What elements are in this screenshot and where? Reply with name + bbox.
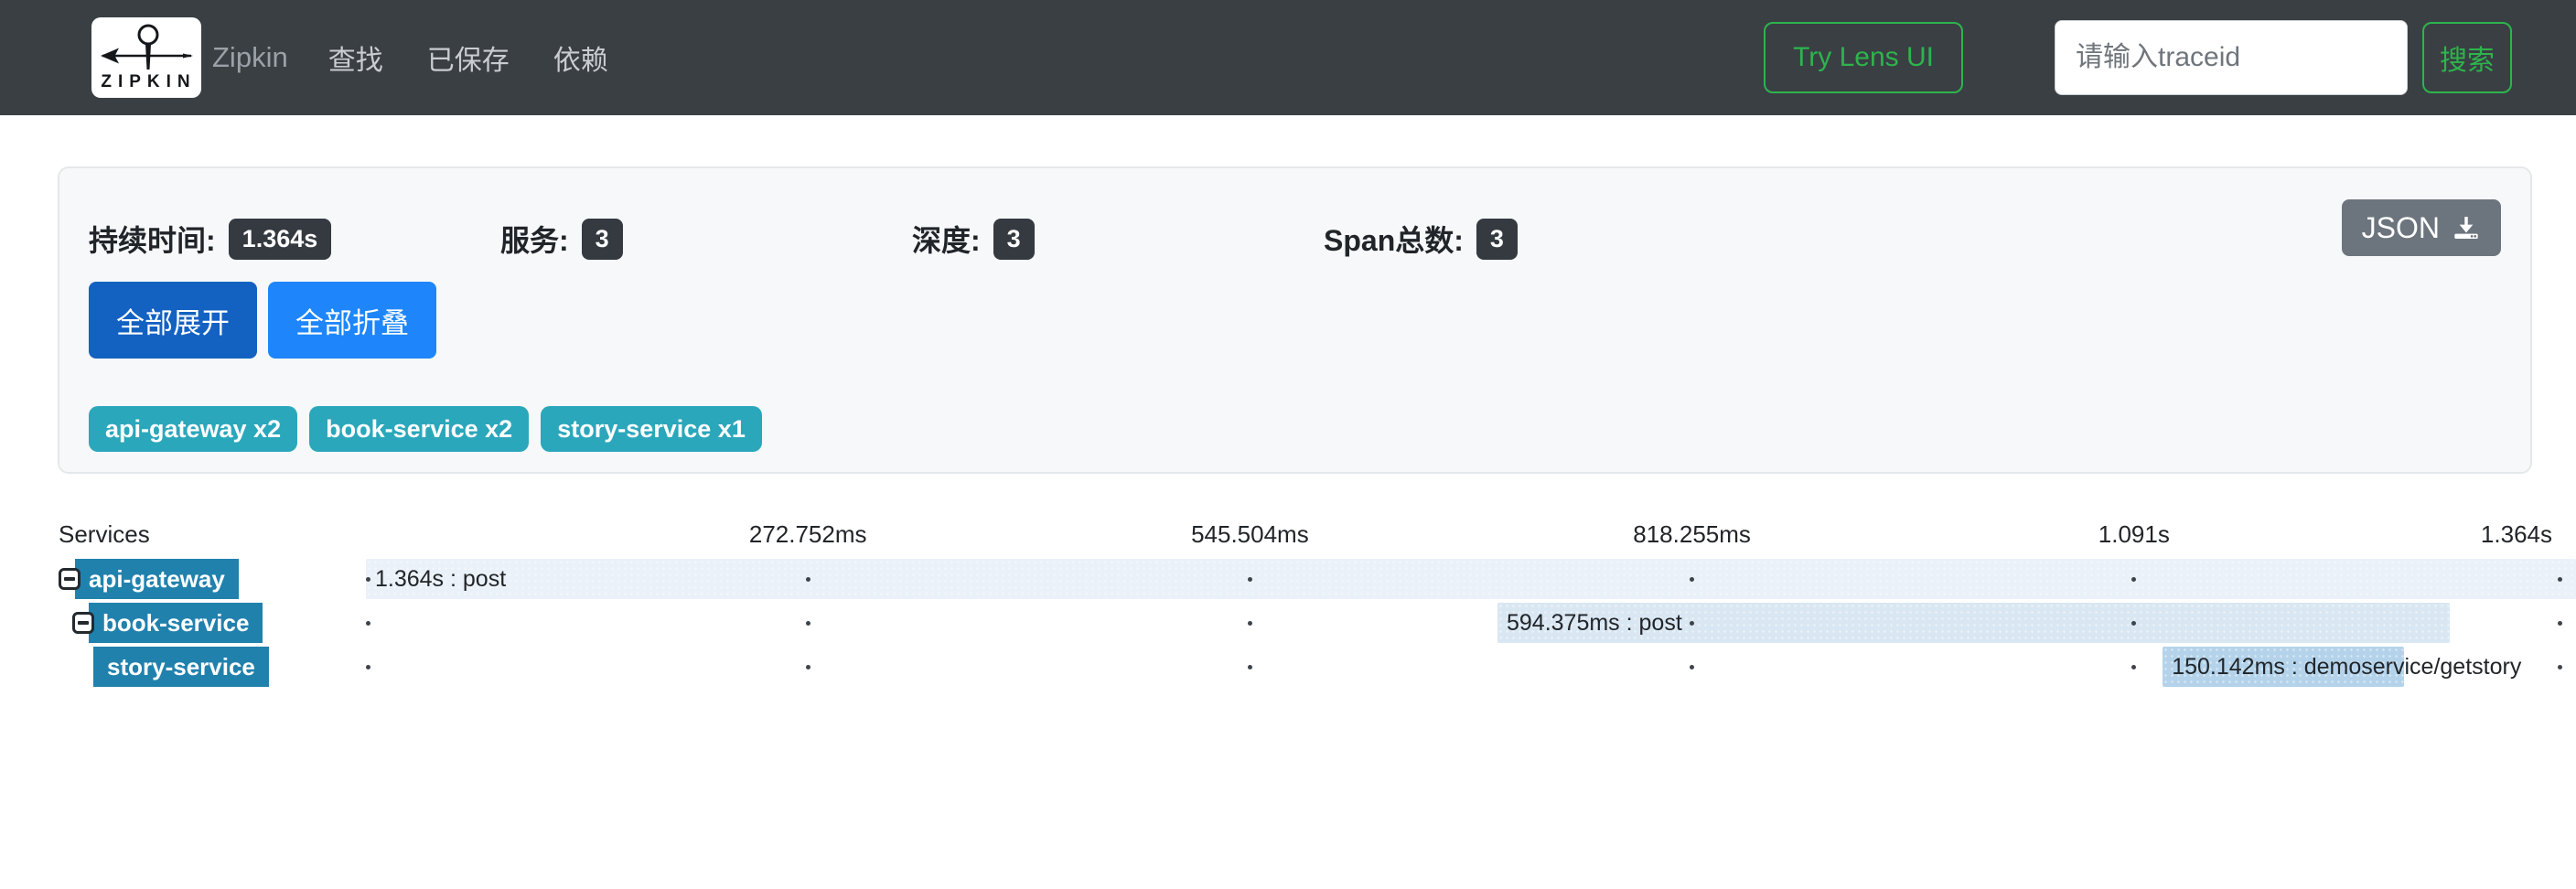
trace-row: book-service 594.375ms : post bbox=[0, 603, 2576, 643]
nav-link-saved[interactable]: 已保存 bbox=[405, 37, 531, 78]
service-tag-book-service[interactable]: book-service x2 bbox=[309, 406, 529, 452]
service-tags: api-gateway x2 book-service x2 story-ser… bbox=[89, 406, 2501, 452]
stat-value-badge: 3 bbox=[993, 219, 1035, 260]
collapse-minus-icon[interactable] bbox=[59, 568, 80, 590]
service-label-group: story-service bbox=[0, 647, 269, 687]
service-label-group: api-gateway bbox=[0, 559, 239, 599]
stat-depth: 深度: 3 bbox=[912, 218, 1324, 260]
zipkin-logo-icon bbox=[99, 24, 194, 71]
tick-dot bbox=[2131, 577, 2136, 582]
brand-title: Zipkin bbox=[212, 41, 288, 74]
span-duration-label: 594.375ms : post bbox=[1507, 603, 1682, 643]
tick-dot bbox=[1690, 621, 1694, 626]
stat-label: 深度: bbox=[912, 218, 981, 260]
service-label-group: book-service bbox=[0, 603, 263, 643]
navbar: ZIPKIN Zipkin 查找 已保存 依赖 Try Lens UI 搜索 bbox=[0, 0, 2576, 115]
timeline-header: Services 272.752ms 545.504ms 818.255ms 1.09… bbox=[0, 517, 2576, 552]
tick-dot bbox=[2558, 577, 2562, 582]
stat-value-badge: 3 bbox=[1476, 219, 1518, 260]
stat-label: 持续时间: bbox=[89, 218, 216, 260]
trace-stats: 持续时间: 1.364s 服务: 3 深度: 3 Span总数: 3 bbox=[89, 218, 2501, 260]
stat-value-badge: 1.364s bbox=[229, 219, 332, 260]
tick-dot bbox=[366, 665, 370, 669]
stat-label: Span总数: bbox=[1324, 218, 1464, 260]
stat-duration: 持续时间: 1.364s bbox=[89, 218, 500, 260]
tick-dot bbox=[1248, 621, 1252, 626]
zipkin-logo[interactable]: ZIPKIN bbox=[91, 17, 201, 98]
zipkin-logo-wordmark: ZIPKIN bbox=[96, 72, 196, 92]
row-timeline: 150.142ms : demoservice/getstory bbox=[366, 647, 2576, 687]
try-lens-button[interactable]: Try Lens UI bbox=[1764, 22, 1963, 93]
stat-total-spans: Span总数: 3 bbox=[1324, 218, 1735, 260]
row-timeline: 1.364s : post bbox=[366, 559, 2576, 599]
json-download-button[interactable]: JSON bbox=[2342, 199, 2501, 256]
time-marker: 545.504ms bbox=[1191, 520, 1309, 549]
service-label[interactable]: book-service bbox=[89, 603, 263, 643]
collapse-minus-icon[interactable] bbox=[72, 612, 94, 634]
tick-dot bbox=[2131, 665, 2136, 669]
trace-rows: api-gateway 1.364s : post book-service 594.… bbox=[0, 559, 2576, 687]
download-icon bbox=[2452, 213, 2481, 242]
time-marker: 1.091s bbox=[2098, 520, 2170, 549]
traceid-input[interactable] bbox=[2055, 20, 2408, 95]
tick-dot bbox=[806, 577, 810, 582]
time-marker: 818.255ms bbox=[1633, 520, 1751, 549]
service-label[interactable]: api-gateway bbox=[75, 559, 239, 599]
tick-dot bbox=[1248, 665, 1252, 669]
span-duration-label: 1.364s : post bbox=[375, 559, 506, 599]
trace-row: story-service 150.142ms : demoservice/get… bbox=[0, 647, 2576, 687]
tick-dot bbox=[366, 577, 370, 582]
nav-link-find[interactable]: 查找 bbox=[306, 37, 405, 78]
service-label[interactable]: story-service bbox=[93, 647, 269, 687]
tick-dot bbox=[1690, 577, 1694, 582]
tick-dot bbox=[1248, 577, 1252, 582]
trace-timeline: Services 272.752ms 545.504ms 818.255ms 1.09… bbox=[0, 517, 2576, 687]
stat-value-badge: 3 bbox=[582, 219, 623, 260]
tick-dot bbox=[806, 621, 810, 626]
nav-link-dependencies[interactable]: 依赖 bbox=[531, 37, 630, 78]
expand-collapse-controls: 全部展开 全部折叠 bbox=[89, 282, 2501, 359]
collapse-all-button[interactable]: 全部折叠 bbox=[268, 282, 436, 359]
nav-links: 查找 已保存 依赖 bbox=[306, 37, 630, 78]
span-duration-label: 150.142ms : demoservice/getstory bbox=[2172, 647, 2521, 687]
tick-dot bbox=[806, 665, 810, 669]
time-marker: 1.364s bbox=[2481, 520, 2552, 549]
expand-all-button[interactable]: 全部展开 bbox=[89, 282, 257, 359]
trace-summary-panel: 持续时间: 1.364s 服务: 3 深度: 3 Span总数: 3 JSON … bbox=[58, 166, 2532, 474]
stat-label: 服务: bbox=[500, 218, 569, 260]
tick-dot bbox=[2131, 621, 2136, 626]
row-timeline: 594.375ms : post bbox=[366, 603, 2576, 643]
time-marker: 272.752ms bbox=[749, 520, 867, 549]
search-button[interactable]: 搜索 bbox=[2422, 22, 2512, 93]
json-download-label: JSON bbox=[2362, 211, 2440, 245]
trace-row: api-gateway 1.364s : post bbox=[0, 559, 2576, 599]
navbar-right: Try Lens UI 搜索 bbox=[1764, 20, 2512, 95]
tick-dot bbox=[366, 621, 370, 626]
span-bar[interactable] bbox=[366, 559, 2576, 599]
tick-dot bbox=[1690, 665, 1694, 669]
service-tag-api-gateway[interactable]: api-gateway x2 bbox=[89, 406, 297, 452]
service-tag-story-service[interactable]: story-service x1 bbox=[541, 406, 762, 452]
stat-services: 服务: 3 bbox=[500, 218, 912, 260]
tick-dot bbox=[2558, 621, 2562, 626]
services-column-header: Services bbox=[59, 520, 150, 549]
tick-dot bbox=[2558, 665, 2562, 669]
